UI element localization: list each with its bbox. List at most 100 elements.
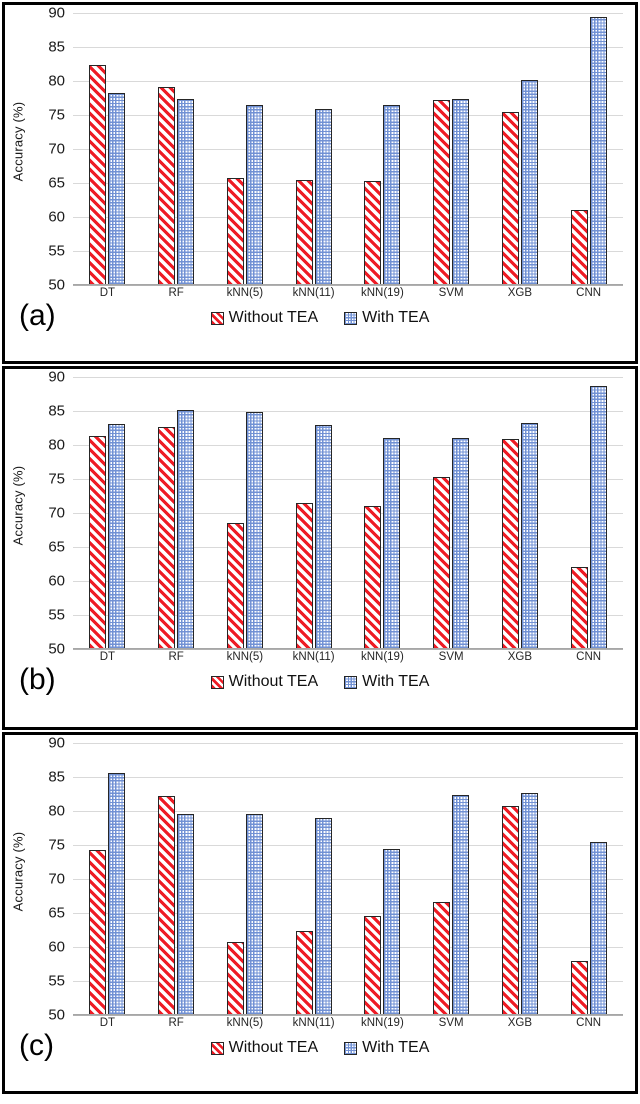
bar-group	[142, 377, 211, 649]
bar-with-tea	[383, 437, 401, 649]
plot-area-b: Accuracy (%) 50 55 60 65 70 75 80 85 90 DT RF kNN(…	[5, 369, 635, 663]
bar-group	[348, 743, 417, 1015]
y-axis-title-b: Accuracy (%)	[7, 369, 29, 641]
grid-line	[73, 649, 623, 650]
bar-group	[73, 13, 142, 285]
y-axis-title-text-b: Accuracy (%)	[10, 465, 26, 545]
y-tick-label: 70	[48, 140, 65, 158]
bar-without-tea	[158, 796, 176, 1015]
y-tick-label: 85	[48, 402, 65, 420]
y-tick-label: 55	[48, 606, 65, 624]
blue-dotted-swatch	[344, 675, 358, 689]
plot-canvas-c	[73, 743, 623, 1016]
blue-dotted-swatch	[344, 311, 358, 325]
bar-without-tea	[295, 930, 313, 1015]
legend-item: With TEA	[344, 1039, 429, 1057]
y-tick-label: 85	[48, 768, 65, 786]
bar-without-tea	[226, 178, 244, 285]
bar-group	[73, 377, 142, 649]
y-tick-label: 65	[48, 904, 65, 922]
bar-with-tea	[108, 772, 126, 1015]
y-tick-label: 60	[48, 208, 65, 226]
y-tick-label: 90	[48, 368, 65, 386]
bar-group	[142, 13, 211, 285]
bar-group	[348, 377, 417, 649]
bar-without-tea	[158, 427, 176, 649]
bar-with-tea	[452, 795, 470, 1015]
panel-footer-b: (b) Without TEA With TEA	[5, 661, 635, 723]
bar-groups-c	[73, 743, 623, 1015]
x-axis-line-a	[73, 284, 623, 285]
bar-group	[417, 377, 486, 649]
bar-with-tea	[245, 412, 263, 649]
legend-item: Without TEA	[210, 673, 319, 691]
bar-group	[142, 743, 211, 1015]
bar-with-tea	[314, 425, 332, 649]
legend-label: With TEA	[362, 1039, 430, 1056]
bar-with-tea	[314, 818, 332, 1015]
bar-groups-a	[73, 13, 623, 285]
chart-panel-a: Accuracy (%) 50 55 60 65 70 75 80 85 90 DT RF kNN(…	[2, 2, 638, 364]
y-tick-label: 90	[48, 734, 65, 752]
bar-without-tea	[501, 805, 519, 1015]
y-axis-ticks-b: 50 55 60 65 70 75 80 85 90	[29, 369, 69, 658]
chart-panel-b: Accuracy (%) 50 55 60 65 70 75 80 85 90 DT RF kNN(…	[2, 366, 638, 730]
bar-without-tea	[89, 64, 107, 285]
grid-line	[73, 1015, 623, 1016]
bar-group	[211, 13, 280, 285]
x-axis-line-b	[73, 648, 623, 649]
red-diagonal-hatch-swatch	[210, 311, 224, 325]
panel-footer-c: (c) Without TEA With TEA	[5, 1027, 635, 1089]
bar-group	[417, 743, 486, 1015]
plot-canvas-b	[73, 377, 623, 650]
y-tick-label: 75	[48, 836, 65, 854]
bar-with-tea	[108, 423, 126, 649]
red-diagonal-hatch-swatch	[210, 675, 224, 689]
plot-area-a: Accuracy (%) 50 55 60 65 70 75 80 85 90 DT RF kNN(…	[5, 4, 635, 299]
bar-with-tea	[520, 79, 538, 285]
bar-with-tea	[314, 108, 332, 285]
legend-label: Without TEA	[228, 1039, 319, 1056]
y-tick-label: 75	[48, 106, 65, 124]
bar-without-tea	[433, 100, 451, 285]
y-tick-label: 70	[48, 504, 65, 522]
legend-label: Without TEA	[228, 673, 319, 690]
y-tick-label: 85	[48, 38, 65, 56]
x-axis-line-c	[73, 1014, 623, 1015]
panel-footer-a: (a) Without TEA With TEA	[5, 297, 635, 359]
bar-without-tea	[295, 179, 313, 285]
bar-without-tea	[501, 438, 519, 649]
legend-item: Without TEA	[210, 1039, 319, 1057]
y-axis-title-a: Accuracy (%)	[7, 5, 29, 277]
y-tick-label: 65	[48, 174, 65, 192]
bar-with-tea	[383, 849, 401, 1015]
legend-a: Without TEA With TEA	[5, 309, 635, 327]
legend-item: With TEA	[344, 673, 429, 691]
bar-without-tea	[89, 850, 107, 1015]
bar-with-tea	[108, 93, 126, 285]
plot-area-c: Accuracy (%) 50 55 60 65 70 75 80 85 90 DT RF kNN(…	[5, 734, 635, 1029]
bar-without-tea	[570, 209, 588, 285]
bar-group	[554, 743, 623, 1015]
plot-canvas-a	[73, 13, 623, 286]
y-tick-label: 90	[48, 4, 65, 22]
bar-with-tea	[245, 105, 263, 285]
y-tick-label: 60	[48, 938, 65, 956]
y-axis-title-c: Accuracy (%)	[7, 735, 29, 1007]
bar-without-tea	[570, 960, 588, 1015]
legend-item: With TEA	[344, 309, 429, 327]
bar-without-tea	[364, 505, 382, 649]
bar-without-tea	[295, 503, 313, 649]
bar-with-tea	[177, 813, 195, 1015]
bar-group	[279, 743, 348, 1015]
legend-label: With TEA	[362, 309, 430, 326]
bar-group	[279, 13, 348, 285]
chart-panel-c: Accuracy (%) 50 55 60 65 70 75 80 85 90 DT RF kNN(…	[2, 732, 638, 1094]
y-tick-label: 50	[48, 640, 65, 658]
y-tick-label: 55	[48, 242, 65, 260]
y-axis-title-text-a: Accuracy (%)	[10, 101, 26, 181]
legend-c: Without TEA With TEA	[5, 1039, 635, 1057]
y-tick-label: 60	[48, 572, 65, 590]
bar-without-tea	[89, 436, 107, 649]
bar-group	[73, 743, 142, 1015]
